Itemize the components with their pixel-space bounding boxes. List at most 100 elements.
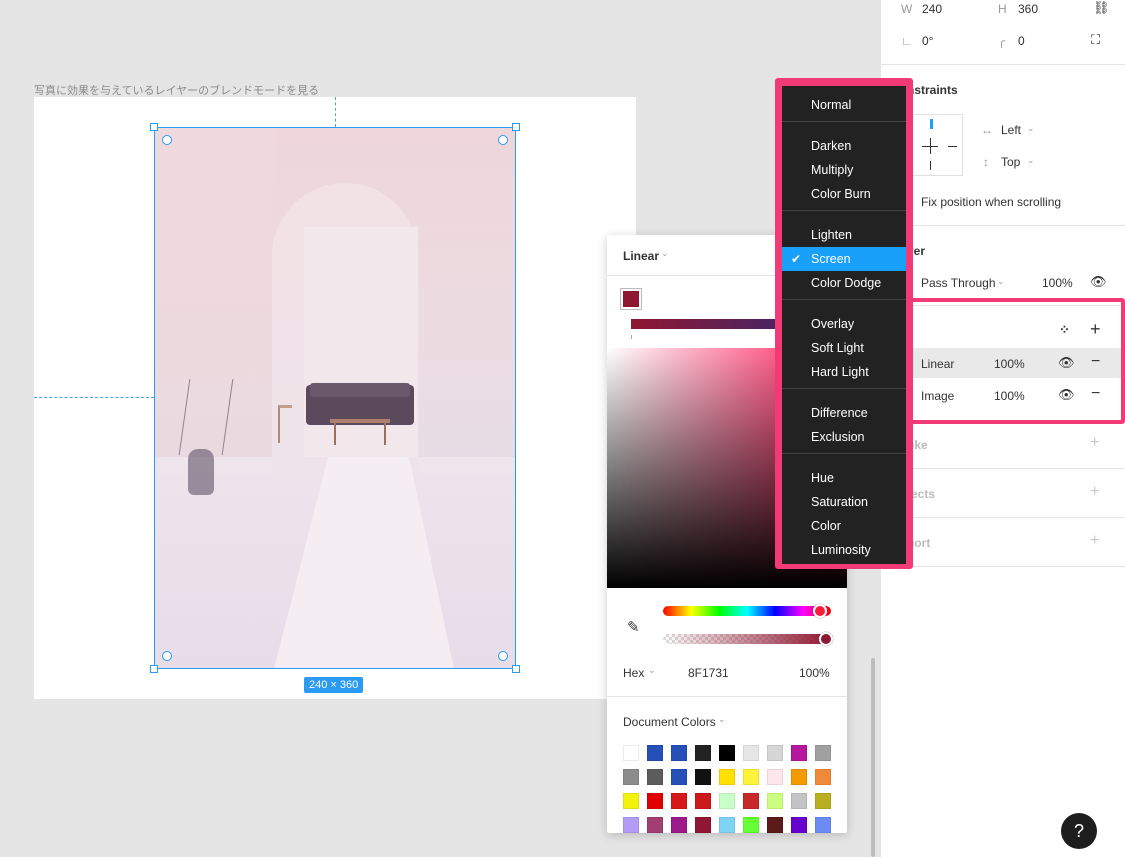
color-swatch[interactable] [791,817,807,833]
radius-handle[interactable] [162,651,172,661]
blend-mode-label: Lighten [811,228,853,242]
gradient-stop[interactable] [621,289,641,309]
hex-input[interactable]: 8F1731 [688,666,729,680]
blend-mode-item-color-dodge[interactable]: Color Dodge [782,271,906,295]
color-swatch[interactable] [719,769,735,785]
blend-mode-label: Difference [811,406,868,420]
eyedropper-icon[interactable]: ✎ [627,618,645,636]
eye-icon[interactable]: 👁 [1090,274,1107,290]
blend-mode-item-color-burn[interactable]: Color Burn [782,182,906,206]
color-swatch[interactable] [791,769,807,785]
blend-mode-item-hue[interactable]: Hue [782,466,906,490]
hue-slider[interactable] [663,606,831,616]
rotation-input[interactable]: 0° [922,34,933,48]
layer-opacity-input[interactable]: 100% [1042,276,1073,290]
color-swatch[interactable] [647,793,663,809]
chevron-down-icon: ⌄ [648,665,656,675]
constraint-top-bar[interactable] [930,119,933,129]
color-swatch[interactable] [695,745,711,761]
color-swatch[interactable] [743,793,759,809]
divider [881,225,1125,226]
frame-label: 写真に効果を与えているレイヤーのブレンドモードを見る [34,85,320,97]
color-swatch[interactable] [719,817,735,833]
constraint-widget[interactable] [911,114,963,176]
blend-mode-item-screen[interactable]: ✔ Screen [782,247,906,271]
blend-mode-item-color[interactable]: Color [782,514,906,538]
color-swatch[interactable] [647,769,663,785]
alpha-slider[interactable] [663,634,831,644]
resize-handle-bottom-left[interactable] [150,665,158,673]
blend-mode-item-hard-light[interactable]: Hard Light [782,360,906,384]
color-swatch[interactable] [719,793,735,809]
radius-handle[interactable] [498,135,508,145]
blend-mode-item-darken[interactable]: Darken [782,134,906,158]
resize-handle-top-left[interactable] [150,123,158,131]
color-swatch[interactable] [671,769,687,785]
color-swatch[interactable] [623,817,639,833]
blend-mode-item-normal[interactable]: Normal [782,93,906,117]
width-input[interactable]: 240 [922,2,942,16]
height-input[interactable]: 360 [1018,2,1038,16]
menu-divider [782,210,906,211]
blend-mode-item-soft-light[interactable]: Soft Light [782,336,906,360]
corner-radius-input[interactable]: 0 [1018,34,1025,48]
radius-handle[interactable] [162,135,172,145]
blend-mode-item-saturation[interactable]: Saturation [782,490,906,514]
alpha-slider-knob[interactable] [819,632,833,646]
resize-handle-bottom-right[interactable] [512,665,520,673]
color-swatch[interactable] [719,745,735,761]
color-swatch[interactable] [647,745,663,761]
blend-mode-item-difference[interactable]: Difference [782,401,906,425]
add-export-icon[interactable]: + [1090,532,1099,550]
resize-handle-top-right[interactable] [512,123,520,131]
hue-slider-knob[interactable] [813,604,827,618]
blend-mode-item-luminosity[interactable]: Luminosity [782,538,906,562]
add-stroke-icon[interactable]: + [1090,434,1099,452]
color-swatch[interactable] [767,817,783,833]
color-swatch[interactable] [695,817,711,833]
add-effect-icon[interactable]: + [1090,483,1099,501]
color-swatch[interactable] [791,793,807,809]
divider [607,696,847,697]
gradient-type-select[interactable]: Linear [623,249,659,263]
blend-mode-item-overlay[interactable]: Overlay [782,312,906,336]
layer-blend-select[interactable]: Pass Through [921,276,996,290]
color-swatch[interactable] [671,745,687,761]
color-swatch[interactable] [695,769,711,785]
blend-mode-item-multiply[interactable]: Multiply [782,158,906,182]
color-swatch[interactable] [767,793,783,809]
color-swatch[interactable] [743,745,759,761]
alpha-input[interactable]: 100% [799,666,830,680]
color-swatch[interactable] [623,793,639,809]
constrain-proportions-icon[interactable]: ⛓ [1093,0,1110,16]
color-swatch[interactable] [671,817,687,833]
radius-handle[interactable] [498,651,508,661]
help-button[interactable]: ? [1061,813,1097,849]
color-swatch[interactable] [623,769,639,785]
color-swatch[interactable] [767,769,783,785]
blend-mode-item-exclusion[interactable]: Exclusion [782,425,906,449]
color-swatch[interactable] [743,769,759,785]
color-swatch[interactable] [623,745,639,761]
scrollbar[interactable] [871,658,875,857]
color-swatch[interactable] [647,817,663,833]
color-swatch[interactable] [815,769,831,785]
fix-position-checkbox-label[interactable]: Fix position when scrolling [921,195,1061,209]
constraint-bottom-bar[interactable] [930,161,931,170]
color-swatch[interactable] [815,745,831,761]
vertical-constraint-select[interactable]: Top [1001,155,1020,169]
color-swatch[interactable] [743,817,759,833]
color-swatch[interactable] [767,745,783,761]
color-mode-select[interactable]: Hex [623,666,644,680]
constraint-right-bar[interactable] [948,146,957,147]
color-swatch[interactable] [695,793,711,809]
color-swatch[interactable] [671,793,687,809]
blend-mode-item-lighten[interactable]: Lighten [782,223,906,247]
color-swatch[interactable] [815,793,831,809]
color-swatch[interactable] [815,817,831,833]
horizontal-constraint-select[interactable]: Left [1001,123,1021,137]
color-swatch[interactable] [791,745,807,761]
height-label: H [998,2,1007,16]
document-colors-select[interactable]: Document Colors [623,715,716,729]
independent-corners-icon[interactable]: ⛶ [1091,32,1100,48]
